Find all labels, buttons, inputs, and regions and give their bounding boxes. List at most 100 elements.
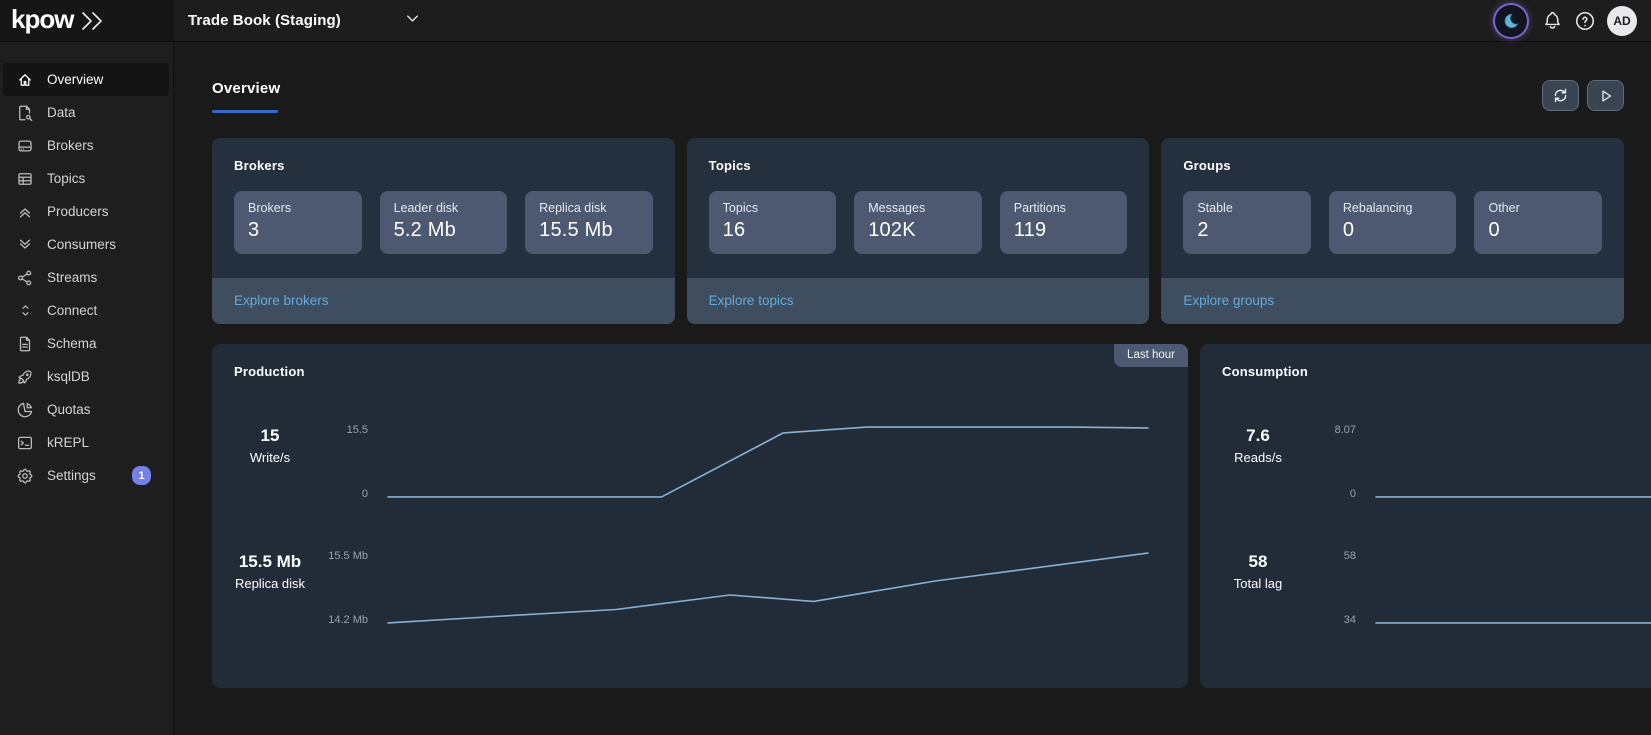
production-panel: Production Last hour 15 Write/s 15.5 0 (212, 344, 1188, 688)
header-actions (1542, 80, 1624, 111)
read-rate-stat: 7.6 Reads/s (1222, 424, 1294, 465)
sidebar-item-settings[interactable]: Settings 1 (3, 459, 169, 492)
card-title: Topics (709, 158, 1128, 173)
environment-selector[interactable]: Trade Book (Staging) (188, 9, 422, 33)
panel-title: Consumption (1222, 364, 1651, 379)
chevrons-up-icon (16, 203, 34, 221)
brokers-count-tile: Brokers 3 (234, 191, 362, 254)
file-search-icon (16, 104, 34, 122)
messages-tile: Messages 102K (854, 191, 982, 254)
sidebar-label: Settings (47, 468, 96, 483)
terminal-icon (16, 434, 34, 452)
help-button[interactable] (1574, 10, 1596, 32)
sidebar-label: Schema (47, 336, 97, 351)
replica-disk-stat: 15.5 Mb Replica disk (234, 550, 306, 591)
sidebar-label: Quotas (47, 402, 91, 417)
y-min-label: 14.2 Mb (306, 614, 368, 626)
tile-value: 0 (1343, 219, 1443, 242)
stat-value: 7.6 (1222, 426, 1294, 446)
stable-groups-tile: Stable 2 (1183, 191, 1311, 254)
card-body: Brokers Brokers 3 Leader disk 5.2 Mb (212, 138, 675, 278)
stat-label: Replica disk (234, 576, 306, 591)
up-down-icon (16, 302, 34, 320)
table-icon (16, 170, 34, 188)
logo-chevrons-icon (78, 10, 108, 32)
tile-label: Replica disk (539, 201, 639, 215)
y-max-label: 8.07 (1294, 424, 1356, 436)
sidebar-label: ksqlDB (47, 369, 90, 384)
sidebar-label: Data (47, 105, 76, 120)
user-avatar[interactable]: AD (1607, 6, 1637, 36)
y-axis-labels: 8.07 0 (1294, 424, 1356, 500)
stat-tiles: Stable 2 Rebalancing 0 Other 0 (1183, 191, 1602, 254)
other-groups-tile: Other 0 (1474, 191, 1602, 254)
explore-topics-link[interactable]: Explore topics (709, 293, 794, 308)
tile-label: Messages (868, 201, 968, 215)
y-min-label: 0 (306, 488, 368, 500)
logo-text: kpow (11, 6, 73, 36)
play-button[interactable] (1587, 80, 1624, 111)
tile-value: 119 (1014, 219, 1114, 242)
sidebar-item-data[interactable]: Data (3, 96, 169, 129)
sidebar-item-consumers[interactable]: Consumers (3, 228, 169, 261)
page-title: Overview (212, 80, 280, 97)
spark-rows: 7.6 Reads/s 8.07 0 58 (1222, 424, 1651, 626)
y-min-label: 34 (1294, 614, 1356, 626)
tile-value: 102K (868, 219, 968, 242)
replica-disk-tile: Replica disk 15.5 Mb (525, 191, 653, 254)
refresh-icon (1551, 86, 1570, 105)
time-range-badge: Last hour (1114, 344, 1188, 367)
brokers-card: Brokers Brokers 3 Leader disk 5.2 Mb (212, 138, 675, 324)
sidebar-item-krepl[interactable]: kREPL (3, 426, 169, 459)
refresh-button[interactable] (1542, 80, 1579, 111)
sidebar-item-quotas[interactable]: Quotas (3, 393, 169, 426)
rebalancing-groups-tile: Rebalancing 0 (1329, 191, 1457, 254)
partitions-tile: Partitions 119 (1000, 191, 1128, 254)
sidebar-item-streams[interactable]: Streams (3, 261, 169, 294)
sidebar-item-topics[interactable]: Topics (3, 162, 169, 195)
total-lag-row: 58 Total lag 58 34 (1222, 550, 1651, 626)
total-lag-stat: 58 Total lag (1222, 550, 1294, 591)
card-title: Brokers (234, 158, 653, 173)
settings-badge: 1 (132, 466, 151, 485)
sidebar-label: Producers (47, 204, 109, 219)
share-icon (16, 269, 34, 287)
tile-value: 5.2 Mb (394, 219, 494, 242)
tile-value: 2 (1197, 219, 1297, 242)
sidebar-item-connect[interactable]: Connect (3, 294, 169, 327)
replica-disk-row: 15.5 Mb Replica disk 15.5 Mb 14.2 Mb (234, 550, 1166, 626)
page-title-block: Overview (212, 80, 280, 113)
notifications-button[interactable] (1542, 10, 1563, 31)
sidebar-label: Streams (47, 270, 97, 285)
bell-icon (1542, 10, 1563, 31)
sidebar-label: Connect (47, 303, 97, 318)
panel-title: Production (234, 364, 1166, 379)
tile-label: Topics (723, 201, 823, 215)
body-row: Overview Data Brokers Topics (0, 42, 1651, 735)
sidebar: Overview Data Brokers Topics (0, 42, 174, 735)
chart-panels: Production Last hour 15 Write/s 15.5 0 (212, 344, 1624, 688)
kpow-app: kpow Trade Book (Staging) (0, 0, 1651, 735)
tile-value: 0 (1488, 219, 1588, 242)
tile-label: Leader disk (394, 201, 494, 215)
dark-mode-toggle[interactable] (1495, 5, 1527, 37)
write-rate-sparkline (388, 424, 1148, 500)
card-body: Topics Topics 16 Messages 102K P (687, 138, 1150, 278)
environment-name: Trade Book (Staging) (188, 12, 341, 29)
sidebar-item-brokers[interactable]: Brokers (3, 129, 169, 162)
sidebar-item-schema[interactable]: Schema (3, 327, 169, 360)
sidebar-item-overview[interactable]: Overview (3, 63, 169, 96)
stat-value: 15.5 Mb (234, 552, 306, 572)
help-icon (1574, 10, 1596, 32)
stat-tiles: Topics 16 Messages 102K Partitions 119 (709, 191, 1128, 254)
sidebar-item-ksqldb[interactable]: ksqlDB (3, 360, 169, 393)
total-lag-sparkline (1376, 550, 1651, 626)
main-content: Overview (174, 42, 1651, 735)
card-footer: Explore topics (687, 278, 1150, 324)
read-rate-row: 7.6 Reads/s 8.07 0 (1222, 424, 1651, 500)
stat-value: 15 (234, 426, 306, 446)
sidebar-item-producers[interactable]: Producers (3, 195, 169, 228)
explore-brokers-link[interactable]: Explore brokers (234, 293, 329, 308)
explore-groups-link[interactable]: Explore groups (1183, 293, 1274, 308)
pie-chart-icon (16, 401, 34, 419)
